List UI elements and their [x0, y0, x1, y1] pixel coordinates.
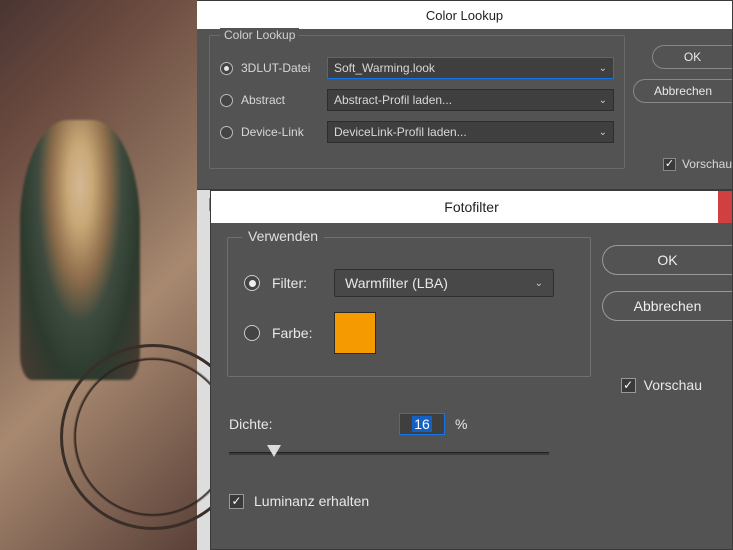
- select-abstract[interactable]: Abstract-Profil laden... ⌄: [327, 89, 614, 111]
- radio-abstract[interactable]: [220, 94, 233, 107]
- color-lookup-titlebar[interactable]: Color Lookup: [197, 1, 732, 29]
- filter-row: Filter: Warmfilter (LBA) ⌄: [244, 258, 574, 308]
- color-lookup-dialog: Color Lookup Color Lookup 3DLUT-Datei So…: [197, 0, 733, 190]
- label-3dlut: 3DLUT-Datei: [241, 61, 319, 75]
- luminanz-label: Luminanz erhalten: [254, 493, 369, 509]
- cancel-button[interactable]: Abbrechen: [633, 79, 732, 103]
- preview-photo: [0, 0, 197, 550]
- radio-devicelink[interactable]: [220, 126, 233, 139]
- verwenden-group: Verwenden Filter: Warmfilter (LBA) ⌄ Far…: [227, 237, 591, 377]
- select-filter-value: Warmfilter (LBA): [345, 275, 448, 291]
- radio-farbe[interactable]: [244, 325, 260, 341]
- fotofilter-title: Fotofilter: [444, 199, 498, 215]
- color-lookup-title: Color Lookup: [426, 8, 503, 23]
- preview-row: Vorschau: [621, 377, 702, 393]
- chevron-down-icon: ⌄: [535, 278, 543, 289]
- radio-filter[interactable]: [244, 275, 260, 291]
- ok-button[interactable]: OK: [652, 45, 732, 69]
- option-devicelink: Device-Link DeviceLink-Profil laden... ⌄: [220, 116, 614, 148]
- dichte-slider[interactable]: [229, 445, 549, 461]
- label-devicelink: Device-Link: [241, 125, 319, 139]
- radio-3dlut[interactable]: [220, 62, 233, 75]
- cancel-button[interactable]: Abbrechen: [602, 291, 732, 321]
- preview-row: Vorschau: [663, 157, 732, 171]
- chevron-down-icon: ⌄: [599, 95, 607, 106]
- fotofilter-titlebar[interactable]: Fotofilter: [211, 191, 732, 223]
- dichte-unit: %: [455, 416, 467, 432]
- preview-label: Vorschau: [682, 157, 732, 171]
- dichte-label: Dichte:: [229, 416, 389, 432]
- label-farbe: Farbe:: [272, 325, 322, 341]
- chevron-down-icon: ⌄: [599, 63, 607, 74]
- ok-button[interactable]: OK: [602, 245, 732, 275]
- option-abstract: Abstract Abstract-Profil laden... ⌄: [220, 84, 614, 116]
- select-devicelink[interactable]: DeviceLink-Profil laden... ⌄: [327, 121, 614, 143]
- close-icon[interactable]: [718, 191, 732, 223]
- farbe-row: Farbe:: [244, 308, 574, 358]
- option-3dlut: 3DLUT-Datei Soft_Warming.look ⌄: [220, 52, 614, 84]
- preview-checkbox[interactable]: [621, 378, 636, 393]
- label-filter: Filter:: [272, 275, 322, 291]
- slider-thumb[interactable]: [267, 445, 281, 457]
- select-abstract-value: Abstract-Profil laden...: [334, 93, 452, 107]
- dichte-input[interactable]: 16: [399, 413, 445, 435]
- label-abstract: Abstract: [241, 93, 319, 107]
- preview-checkbox[interactable]: [663, 158, 676, 171]
- select-devicelink-value: DeviceLink-Profil laden...: [334, 125, 467, 139]
- chevron-down-icon: ⌄: [599, 127, 607, 138]
- select-3dlut-value: Soft_Warming.look: [334, 61, 435, 75]
- fotofilter-dialog: Fotofilter Verwenden Filter: Warmfilter …: [210, 190, 733, 550]
- color-lookup-group-legend: Color Lookup: [220, 28, 299, 42]
- luminanz-checkbox[interactable]: [229, 494, 244, 509]
- verwenden-legend: Verwenden: [242, 228, 324, 244]
- color-swatch[interactable]: [334, 312, 376, 354]
- luminanz-row: Luminanz erhalten: [229, 493, 369, 509]
- preview-label: Vorschau: [644, 377, 702, 393]
- select-3dlut[interactable]: Soft_Warming.look ⌄: [327, 57, 614, 79]
- select-filter[interactable]: Warmfilter (LBA) ⌄: [334, 269, 554, 297]
- color-lookup-group: Color Lookup 3DLUT-Datei Soft_Warming.lo…: [209, 35, 625, 169]
- dichte-control: Dichte: 16 %: [229, 413, 589, 461]
